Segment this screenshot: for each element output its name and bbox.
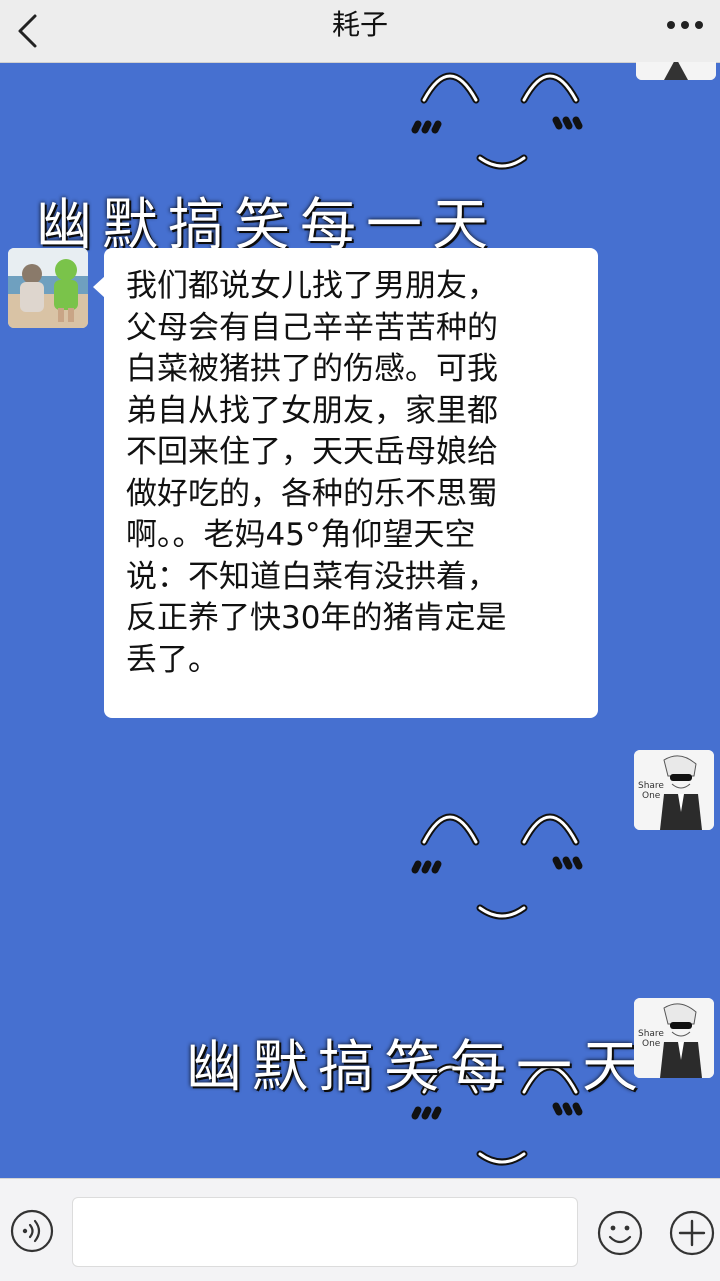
avatar-badge-text: Share bbox=[638, 781, 664, 791]
message-input[interactable] bbox=[72, 1197, 578, 1267]
message-line: 反正养了快30年的猪肯定是 bbox=[126, 600, 507, 636]
avatar-illustration bbox=[636, 62, 716, 80]
beach-kids-photo bbox=[8, 248, 88, 328]
avatar-badge-text: One bbox=[642, 791, 661, 801]
self-avatar[interactable] bbox=[636, 62, 716, 80]
plus-button[interactable] bbox=[668, 1209, 716, 1257]
more-dots-icon bbox=[667, 21, 703, 29]
share-one-cartoon-avatar: Share One bbox=[634, 750, 714, 830]
message-line: 啊。。老妈45°角仰望天空 bbox=[126, 517, 476, 553]
plus-icon bbox=[669, 1210, 715, 1256]
contact-avatar[interactable] bbox=[8, 248, 88, 328]
emoji-button[interactable] bbox=[596, 1209, 644, 1257]
top-nav-bar: 耗子 bbox=[0, 0, 720, 63]
avatar-badge-text: Share bbox=[638, 1029, 664, 1039]
self-avatar[interactable]: Share One bbox=[634, 750, 714, 830]
message-line: 不回来住了，天天岳母娘给 bbox=[126, 434, 498, 470]
chat-area[interactable]: 幽默搞笑每一天 幽默搞笑每一天 我们都说女儿找了男朋友， 父母会有自己辛辛苦苦种… bbox=[0, 62, 720, 1178]
more-button[interactable] bbox=[658, 4, 712, 46]
share-one-cartoon-avatar: Share One bbox=[634, 998, 714, 1078]
avatar-badge-text: One bbox=[642, 1039, 661, 1049]
message-line: 弟自从找了女朋友，家里都 bbox=[126, 392, 498, 429]
message-bubble[interactable]: 我们都说女儿找了男朋友， 父母会有自己辛辛苦苦种的 白菜被猪拱了的伤感。可我 弟… bbox=[93, 248, 598, 718]
emoji-icon bbox=[597, 1210, 643, 1256]
sticker-caption: 幽默搞笑每一天 bbox=[186, 1035, 648, 1100]
message-line: 做好吃的，各种的乐不思蜀 bbox=[126, 475, 498, 512]
composer-bar bbox=[0, 1178, 720, 1281]
bubble-tail bbox=[93, 276, 105, 298]
voice-button[interactable] bbox=[10, 1209, 54, 1253]
self-avatar[interactable]: Share One bbox=[634, 998, 714, 1078]
message-line: 丢了。 bbox=[126, 641, 219, 678]
message-line: 我们都说女儿找了男朋友， bbox=[126, 268, 498, 304]
voice-icon bbox=[10, 1209, 54, 1253]
message-line: 父母会有自己辛辛苦苦种的 bbox=[126, 309, 498, 346]
message-line: 说：不知道白菜有没拱着， bbox=[126, 558, 498, 595]
chat-title: 耗子 bbox=[331, 8, 388, 41]
message-line: 白菜被猪拱了的伤感。可我 bbox=[126, 351, 498, 387]
